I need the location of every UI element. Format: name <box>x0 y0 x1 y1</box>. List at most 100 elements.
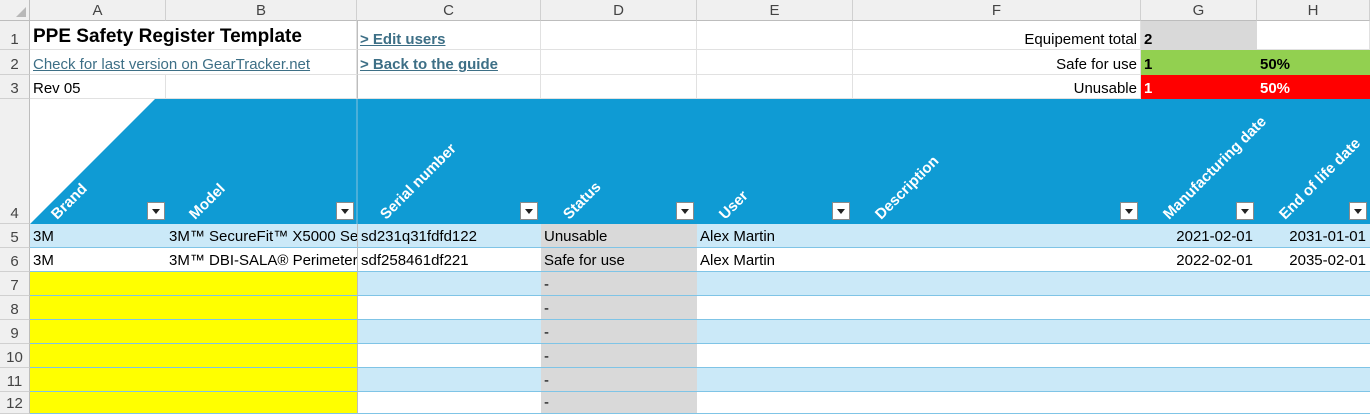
cell-eol[interactable] <box>1257 296 1370 320</box>
cell-serial[interactable]: sd231q31fdfd122 <box>357 224 541 248</box>
cell-eol[interactable]: 2031-01-01 <box>1257 224 1370 248</box>
cell-status[interactable]: - <box>541 320 697 344</box>
cell-brand[interactable] <box>30 296 166 320</box>
cell-mfg[interactable]: 2021-02-01 <box>1141 224 1257 248</box>
cell-model[interactable] <box>166 392 357 414</box>
cell-e1[interactable] <box>697 21 853 50</box>
back-to-guide-link[interactable]: > Back to the guide <box>357 50 541 75</box>
cell-status[interactable]: Unusable <box>541 224 697 248</box>
cell-model[interactable]: 3M™ SecureFit™ X5000 Ser <box>166 224 357 248</box>
filter-model-button[interactable] <box>336 202 354 220</box>
cell-status[interactable]: Safe for use <box>541 248 697 272</box>
cell-serial[interactable] <box>357 320 541 344</box>
cell-mfg[interactable] <box>1141 344 1257 368</box>
cell-brand[interactable] <box>30 368 166 392</box>
row-header-11[interactable]: 11 <box>0 368 30 392</box>
row-header-8[interactable]: 8 <box>0 296 30 320</box>
filter-description-button[interactable] <box>1120 202 1138 220</box>
row-header-9[interactable]: 9 <box>0 320 30 344</box>
cell-serial[interactable] <box>357 368 541 392</box>
cell-d3[interactable] <box>541 75 697 99</box>
cell-e2[interactable] <box>697 50 853 75</box>
cell-status[interactable]: - <box>541 392 697 414</box>
cell-eol[interactable] <box>1257 392 1370 414</box>
cell-description[interactable] <box>853 320 1141 344</box>
cell-user[interactable] <box>697 392 853 414</box>
row-header-3[interactable]: 3 <box>0 75 30 99</box>
cell-e3[interactable] <box>697 75 853 99</box>
cell-description[interactable] <box>853 344 1141 368</box>
cell-eol[interactable] <box>1257 368 1370 392</box>
column-header-f[interactable]: F <box>853 0 1141 21</box>
cell-mfg[interactable] <box>1141 272 1257 296</box>
header-status[interactable]: Status <box>560 179 618 223</box>
cell-description[interactable] <box>853 392 1141 414</box>
cell-status[interactable]: - <box>541 272 697 296</box>
cell-eol[interactable]: 2035-02-01 <box>1257 248 1370 272</box>
cell-brand[interactable] <box>30 344 166 368</box>
cell-description[interactable] <box>853 224 1141 248</box>
cell-d1[interactable] <box>541 21 697 50</box>
header-user[interactable]: User <box>716 187 761 223</box>
cell-brand[interactable] <box>30 392 166 414</box>
filter-status-button[interactable] <box>676 202 694 220</box>
row-header-4[interactable]: 4 <box>0 99 30 224</box>
cell-serial[interactable]: sdf258461df221 <box>357 248 541 272</box>
cell-user[interactable]: Alex Martin <box>697 248 853 272</box>
cell-user[interactable] <box>697 296 853 320</box>
cell-serial[interactable] <box>357 272 541 296</box>
cell-serial[interactable] <box>357 392 541 414</box>
version-link[interactable]: Check for last version on GearTracker.ne… <box>30 50 357 75</box>
cell-description[interactable] <box>853 248 1141 272</box>
cell-eol[interactable] <box>1257 344 1370 368</box>
cell-model[interactable] <box>166 272 357 296</box>
column-header-e[interactable]: E <box>697 0 853 21</box>
filter-mfg-date-button[interactable] <box>1236 202 1254 220</box>
column-header-b[interactable]: B <box>166 0 357 21</box>
cell-serial[interactable] <box>357 296 541 320</box>
header-description[interactable]: Description <box>872 153 967 223</box>
cell-user[interactable] <box>697 272 853 296</box>
cell-eol[interactable] <box>1257 320 1370 344</box>
cell-model[interactable] <box>166 296 357 320</box>
cell-status[interactable]: - <box>541 368 697 392</box>
header-model[interactable]: Model <box>186 180 241 223</box>
cell-user[interactable]: Alex Martin <box>697 224 853 248</box>
column-header-c[interactable]: C <box>357 0 541 21</box>
cell-status[interactable]: - <box>541 296 697 320</box>
cell-description[interactable] <box>853 272 1141 296</box>
cell-h1[interactable] <box>1257 21 1370 50</box>
row-header-6[interactable]: 6 <box>0 248 30 272</box>
cell-brand[interactable]: 3M <box>30 248 166 272</box>
cell-eol[interactable] <box>1257 272 1370 296</box>
cell-status[interactable]: - <box>541 344 697 368</box>
row-header-12[interactable]: 12 <box>0 392 30 414</box>
cell-d2[interactable] <box>541 50 697 75</box>
header-brand[interactable]: Brand <box>48 180 103 223</box>
column-header-d[interactable]: D <box>541 0 697 21</box>
cell-user[interactable] <box>697 320 853 344</box>
row-header-7[interactable]: 7 <box>0 272 30 296</box>
column-header-h[interactable]: H <box>1257 0 1370 21</box>
cell-brand[interactable] <box>30 272 166 296</box>
edit-users-link[interactable]: > Edit users <box>357 21 541 50</box>
cell-user[interactable] <box>697 368 853 392</box>
cell-description[interactable] <box>853 296 1141 320</box>
filter-serial-button[interactable] <box>520 202 538 220</box>
header-serial[interactable]: Serial number <box>377 140 489 223</box>
row-header-10[interactable]: 10 <box>0 344 30 368</box>
cell-model[interactable] <box>166 344 357 368</box>
cell-brand[interactable] <box>30 320 166 344</box>
column-header-a[interactable]: A <box>30 0 166 21</box>
cell-brand[interactable]: 3M <box>30 224 166 248</box>
filter-user-button[interactable] <box>832 202 850 220</box>
filter-eol-button[interactable] <box>1349 202 1367 220</box>
select-all-corner[interactable] <box>0 0 30 21</box>
cell-mfg[interactable]: 2022-02-01 <box>1141 248 1257 272</box>
cell-mfg[interactable] <box>1141 296 1257 320</box>
cell-mfg[interactable] <box>1141 392 1257 414</box>
cell-c3[interactable] <box>357 75 541 99</box>
filter-brand-button[interactable] <box>147 202 165 220</box>
row-header-2[interactable]: 2 <box>0 50 30 75</box>
cell-mfg[interactable] <box>1141 368 1257 392</box>
